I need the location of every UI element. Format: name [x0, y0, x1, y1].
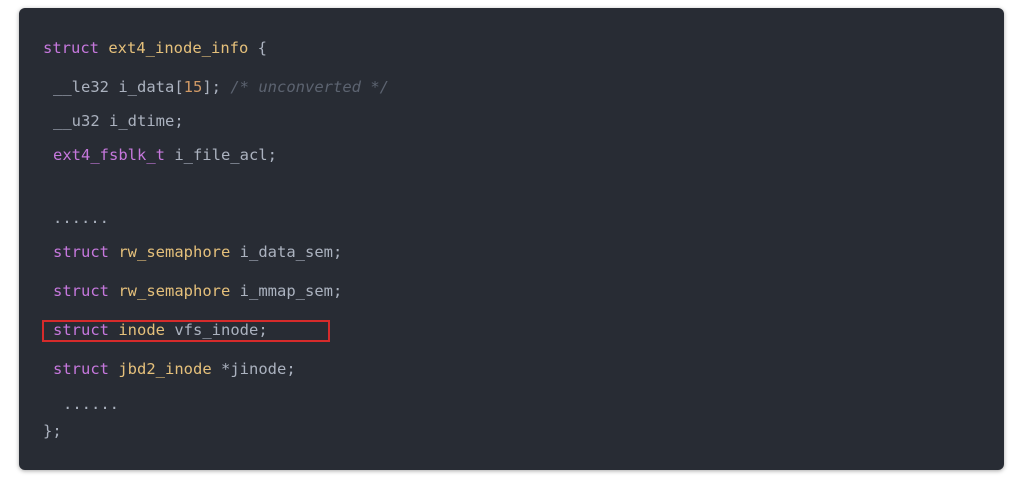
code-line-i-dtime: __u32 i_dtime; [53, 111, 184, 131]
code-line-ellipsis-2: ...... [63, 394, 119, 414]
code-line-close-brace: }; [43, 421, 62, 441]
code-line-i-mmap-sem: struct rw_semaphore i_mmap_sem; [53, 281, 342, 301]
ellipsis: ...... [63, 395, 119, 413]
code-block: struct ext4_inode_info { __le32 i_data[1… [19, 8, 1004, 470]
array-size: 15 [183, 78, 203, 96]
close-brace: }; [43, 422, 62, 440]
array-close: ]; [202, 78, 221, 96]
struct-name: ext4_inode_info [108, 39, 249, 57]
type-rw-semaphore: rw_semaphore [118, 282, 231, 300]
type-jbd2-inode: jbd2_inode [118, 360, 212, 378]
type-u32: __u32 [53, 112, 100, 130]
comment-unconverted: /* unconverted */ [230, 78, 389, 96]
type-inode: inode [118, 321, 166, 339]
code-line-i-file-acl: ext4_fsblk_t i_file_acl; [53, 145, 277, 165]
field-jinode: *jinode; [211, 360, 296, 378]
keyword-struct: struct [53, 360, 109, 378]
field-i-file-acl: i_file_acl; [164, 146, 277, 164]
code-line-vfs-inode: struct inode vfs_inode; [53, 320, 268, 340]
keyword-struct: struct [53, 243, 109, 261]
keyword-struct: struct [53, 321, 109, 339]
field-vfs-inode: vfs_inode; [165, 321, 268, 339]
keyword-struct: struct [43, 39, 99, 57]
field-i-dtime: i_dtime; [99, 112, 184, 130]
field-i-data-sem: i_data_sem; [230, 243, 343, 261]
code-line-ellipsis-1: ...... [53, 208, 109, 228]
type-ext4-fsblk-t: ext4_fsblk_t [53, 146, 165, 164]
code-line-i-data: __le32 i_data[15]; /* unconverted */ [53, 77, 389, 97]
field-i-mmap-sem: i_mmap_sem; [230, 282, 343, 300]
ellipsis: ...... [53, 209, 109, 227]
type-rw-semaphore: rw_semaphore [118, 243, 231, 261]
code-line-jinode: struct jbd2_inode *jinode; [53, 359, 296, 379]
type-le32: __le32 [53, 78, 109, 96]
field-i-data: i_data[ [109, 78, 184, 96]
code-line-struct-decl: struct ext4_inode_info { [43, 38, 267, 58]
code-line-i-data-sem: struct rw_semaphore i_data_sem; [53, 242, 342, 262]
open-brace: { [248, 39, 267, 57]
keyword-struct: struct [53, 282, 109, 300]
